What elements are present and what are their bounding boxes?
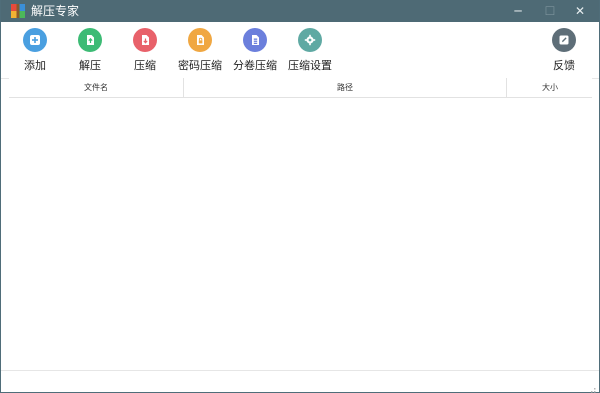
- toolbar: 添加 解压 压缩 密码压缩 分卷压缩 压缩设置 反馈: [1, 22, 599, 79]
- close-button[interactable]: ✕: [564, 0, 596, 22]
- extract-button[interactable]: 解压: [65, 27, 115, 75]
- compress-label: 压缩: [134, 59, 156, 72]
- feedback-button[interactable]: 反馈: [539, 27, 589, 75]
- column-header-size[interactable]: 大小: [507, 78, 593, 97]
- compress-settings-button[interactable]: 压缩设置: [285, 27, 335, 75]
- compress-icon: [133, 28, 157, 52]
- extract-icon: [78, 28, 102, 52]
- extract-label: 解压: [79, 59, 101, 72]
- status-bar: [1, 370, 599, 393]
- split-compress-button[interactable]: 分卷压缩: [230, 27, 280, 75]
- resize-grip-icon[interactable]: [588, 381, 596, 393]
- title-bar[interactable]: 解压专家 ─ ☐ ✕: [1, 0, 599, 22]
- compress-settings-label: 压缩设置: [288, 59, 332, 72]
- password-compress-icon: [188, 28, 212, 52]
- maximize-button[interactable]: ☐: [534, 0, 566, 22]
- column-header-name[interactable]: 文件名: [9, 78, 184, 97]
- feedback-icon: [552, 28, 576, 52]
- compress-button[interactable]: 压缩: [120, 27, 170, 75]
- split-compress-icon: [243, 28, 267, 52]
- column-header-path[interactable]: 路径: [184, 78, 507, 97]
- add-button[interactable]: 添加: [10, 27, 60, 75]
- settings-icon: [298, 28, 322, 52]
- minimize-button[interactable]: ─: [502, 0, 534, 22]
- feedback-label: 反馈: [553, 59, 575, 72]
- password-compress-button[interactable]: 密码压缩: [175, 27, 225, 75]
- split-compress-label: 分卷压缩: [233, 59, 277, 72]
- app-icon: [11, 4, 25, 18]
- window-title: 解压专家: [31, 4, 80, 18]
- file-list[interactable]: [9, 98, 592, 370]
- file-list-header: 文件名 路径 大小: [9, 78, 592, 98]
- add-icon: [23, 28, 47, 52]
- app-window: 解压专家 ─ ☐ ✕ 添加 解压 压缩 密码压缩 分卷压缩 压缩设置 反馈 文件…: [0, 0, 600, 393]
- password-compress-label: 密码压缩: [178, 59, 222, 72]
- add-label: 添加: [24, 59, 46, 72]
